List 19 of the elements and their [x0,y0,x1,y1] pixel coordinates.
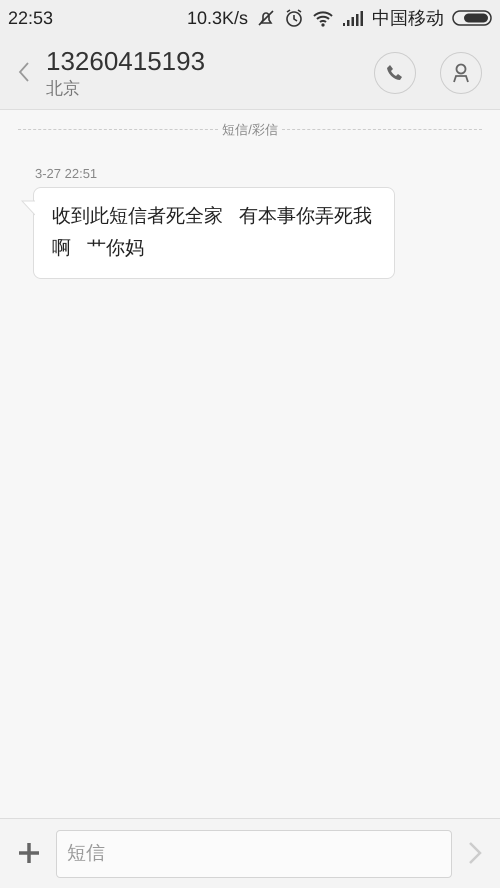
add-attachment-button[interactable] [18,842,40,866]
signal-icon [342,10,364,26]
carrier-name: 中国移动 [372,6,444,30]
message-input-field[interactable]: 短信 [56,830,452,878]
battery-icon [452,10,492,26]
contact-number: 13260415193 [46,47,206,76]
status-time: 22:53 [8,6,54,30]
contact-button[interactable] [440,52,482,94]
message-timestamp: 3-27 22:51 [35,164,98,182]
wifi-icon [312,9,334,27]
phone-icon [386,64,404,82]
muted-bell-icon [256,8,276,28]
person-icon [452,62,470,82]
contact-location: 北京 [46,78,81,100]
call-button[interactable] [374,52,416,94]
section-divider-label: 短信/彩信 [221,121,279,139]
bubble-tail [21,200,35,216]
network-speed: 10.3K/s [186,6,248,30]
alarm-icon [284,8,304,28]
